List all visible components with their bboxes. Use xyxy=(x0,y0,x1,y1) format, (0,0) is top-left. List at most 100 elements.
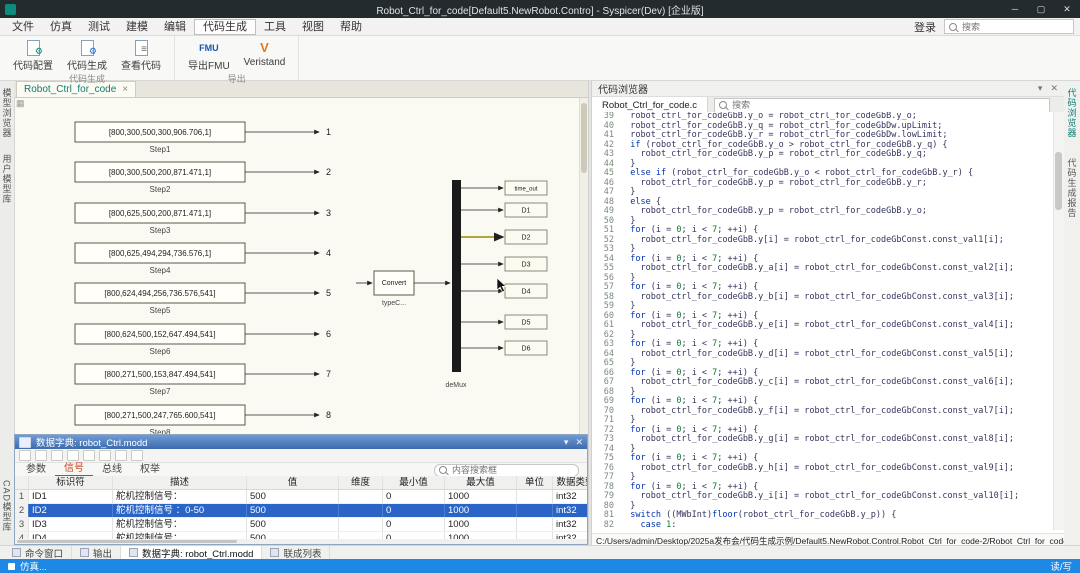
dock-tab-模型浏览器[interactable]: 模型浏览器 xyxy=(0,86,14,140)
output-block[interactable]: D2 xyxy=(461,229,548,245)
code-browser-panel: 代码浏览器 ▾ ✕ Robot_Ctrl_for_code.c 39 robot… xyxy=(592,80,1064,545)
code-line: 52 robot_ctrl_for_codeGbB.y[i] = robot_c… xyxy=(603,234,1004,245)
bottom-tab-联成列表[interactable]: 联成列表 xyxy=(262,545,331,560)
svg-text:Step4: Step4 xyxy=(150,266,171,275)
minimize-button[interactable]: ─ xyxy=(1002,0,1028,18)
step-block[interactable]: [800,300,500,200,871.471,1] Step2 2 xyxy=(74,161,331,194)
step-block[interactable]: [800,624,500,152,647.494,541] Step6 6 xyxy=(74,323,331,356)
menu-item-工具[interactable]: 工具 xyxy=(256,19,294,35)
code-browser-title: 代码浏览器 xyxy=(598,84,648,96)
maximize-button[interactable]: ▢ xyxy=(1028,0,1054,18)
dictionary-tab-总线[interactable]: 总线 xyxy=(93,463,131,477)
menu-item-编辑[interactable]: 编辑 xyxy=(156,19,194,35)
bottom-tab-输出[interactable]: 输出 xyxy=(72,545,122,560)
port-number: 4 xyxy=(326,248,331,258)
left-dock-strip: 模型浏览器用户模型库 CAD模型库 xyxy=(0,80,15,545)
menu-item-文件[interactable]: 文件 xyxy=(4,19,42,35)
step-block[interactable]: [800,271,500,247,765.600,541]Step88 xyxy=(74,404,331,434)
dictionary-collapse-icon[interactable]: ▾ xyxy=(564,437,569,448)
dictionary-table-body: 1 ID1 舵机控制信号： 500 0 1000 int32 2 ID2 舵机控制信号 ：0-50… xyxy=(15,490,587,539)
menu-item-代码生成[interactable]: 代码生成 xyxy=(194,18,256,35)
menu-item-建模[interactable]: 建模 xyxy=(118,19,156,35)
code-file-tab[interactable]: Robot_Ctrl_for_code.c xyxy=(592,97,709,113)
code-vertical-scrollbar[interactable] xyxy=(1053,112,1064,530)
code-search-input[interactable] xyxy=(730,98,1045,112)
status-left: 仿真... xyxy=(8,559,47,573)
menu-item-测试[interactable]: 测试 xyxy=(80,19,118,35)
panel-icon xyxy=(12,548,21,557)
output-block[interactable]: D1 xyxy=(461,202,548,218)
view-code-button[interactable]: 查看代码 xyxy=(118,38,164,73)
bottom-tab-命令窗口[interactable]: 命令窗口 xyxy=(4,545,73,560)
code-area[interactable]: 39 robot_ctrl_for_codeGbB.y_o = robot_ct… xyxy=(592,112,1054,530)
login-button[interactable]: 登录 xyxy=(914,19,936,35)
table-row[interactable]: 4 ID4 舵机控制信号： 500 0 1000 int32 xyxy=(15,532,587,539)
bottom-tab-数据字典: robot_Ctrl.modd[interactable]: 数据字典: robot_Ctrl.modd xyxy=(121,545,263,560)
dictionary-tab-参数[interactable]: 参数 xyxy=(17,463,55,477)
code-browser-collapse-icon[interactable]: ▾ xyxy=(1038,83,1043,94)
menu-item-仿真[interactable]: 仿真 xyxy=(42,19,80,35)
output-block[interactable]: D6 xyxy=(461,340,548,356)
toolbar-move-down-icon[interactable] xyxy=(115,450,127,461)
veristand-button[interactable]: V Veristand xyxy=(241,38,289,73)
code-browser-close-icon[interactable]: ✕ xyxy=(1050,83,1058,94)
column-header-单位: 单位 xyxy=(517,476,553,489)
model-canvas[interactable]: ▦ [800,300,500,300,906.706,1] Step1 1 [800,… xyxy=(14,97,588,434)
code-generate-button[interactable]: 代码生成 xyxy=(64,38,110,73)
dictionary-tab-信号[interactable]: 信号 xyxy=(55,463,93,477)
output-block[interactable]: D5 xyxy=(461,314,548,330)
dock-tab-用户模型库[interactable]: 用户模型库 xyxy=(0,152,14,206)
model-tab-close-icon[interactable]: × xyxy=(122,84,128,95)
svg-text:Step1: Step1 xyxy=(150,145,171,154)
svg-text:Step3: Step3 xyxy=(150,226,171,235)
output-block[interactable]: D3 xyxy=(461,256,548,272)
app-window: Robot_Ctrl_for_code[Default5.NewRobot.Co… xyxy=(0,0,1080,573)
step-block[interactable]: [800,271,500,153,847.494,541] Step7 7 xyxy=(74,363,331,396)
menu-item-帮助[interactable]: 帮助 xyxy=(332,19,370,35)
bottom-tab-label: 命令窗口 xyxy=(25,548,64,560)
step-block[interactable]: [800,624,494,256,736.576,541] Step5 5 xyxy=(74,282,331,315)
convert-block[interactable]: Convert typeC... xyxy=(356,270,451,307)
svg-text:[800,271,500,153,847.494,541]: [800,271,500,153,847.494,541] xyxy=(104,370,215,379)
dictionary-tab-权举[interactable]: 权举 xyxy=(131,463,169,477)
dictionary-horizontal-scrollbar[interactable] xyxy=(15,539,587,544)
toolbar-move-up-icon[interactable] xyxy=(99,450,111,461)
toolbar-open-icon[interactable] xyxy=(35,450,47,461)
table-row[interactable]: 2 ID2 舵机控制信号 ：0-50 500 0 1000 int32 xyxy=(15,504,587,518)
ribbon-button-label: 导出FMU xyxy=(188,61,230,72)
view-code-icon xyxy=(130,39,152,56)
fmu-button[interactable]: FMU 导出FMU xyxy=(185,38,233,73)
dictionary-close-icon[interactable]: ✕ xyxy=(575,437,583,448)
svg-text:[800,625,494,294,736.576,1]: [800,625,494,294,736.576,1] xyxy=(109,249,211,258)
menu-item-视图[interactable]: 视图 xyxy=(294,19,332,35)
dock-tab-CAD模型库[interactable]: CAD模型库 xyxy=(0,478,14,534)
table-row[interactable]: 3 ID3 舵机控制信号： 500 0 1000 int32 xyxy=(15,518,587,532)
toolbar-filter-icon[interactable] xyxy=(131,450,143,461)
status-mode-icon xyxy=(8,562,15,570)
panel-splitter[interactable] xyxy=(588,80,592,545)
global-search xyxy=(944,19,1074,34)
bottom-tab-label: 联成列表 xyxy=(283,548,322,560)
output-block[interactable]: time_out xyxy=(461,180,548,196)
toolbar-new-icon[interactable] xyxy=(19,450,31,461)
global-search-input[interactable] xyxy=(960,20,1069,33)
canvas-vertical-scrollbar[interactable] xyxy=(579,97,588,434)
code-config-button[interactable]: 代码配置 xyxy=(10,38,56,73)
code-line: 79 robot_ctrl_for_codeGbB.y_i[i] = robot… xyxy=(603,491,1020,501)
close-button[interactable]: ✕ xyxy=(1054,0,1080,18)
canvas-grid-icon[interactable]: ▦ xyxy=(16,98,25,109)
step-block[interactable]: [800,625,494,294,736.576,1] Step4 4 xyxy=(74,242,331,275)
demux-block[interactable] xyxy=(452,180,461,372)
step-block[interactable]: [800,625,500,200,871.471,1] Step3 3 xyxy=(74,202,331,235)
toolbar-add-row-icon[interactable] xyxy=(67,450,79,461)
dock-tab-代码生成报告[interactable]: 代码生成报告 xyxy=(1064,156,1080,220)
step-block[interactable]: [800,300,500,300,906.706,1] Step1 1 xyxy=(74,121,331,154)
table-row[interactable]: 1 ID1 舵机控制信号： 500 0 1000 int32 xyxy=(15,490,587,504)
dock-tab-代码浏览器[interactable]: 代码浏览器 xyxy=(1064,86,1080,140)
data-dictionary-title-bar[interactable]: 数据字典: robot_Ctrl.modd ▾ ✕ xyxy=(15,435,587,449)
dictionary-search-input[interactable] xyxy=(450,463,574,477)
code-line: 43 robot_ctrl_for_codeGbB.y_p = robot_ct… xyxy=(603,149,928,159)
column-header-描述: 描述 xyxy=(113,476,247,489)
toolbar-delete-row-icon[interactable] xyxy=(83,450,95,461)
toolbar-save-icon[interactable] xyxy=(51,450,63,461)
